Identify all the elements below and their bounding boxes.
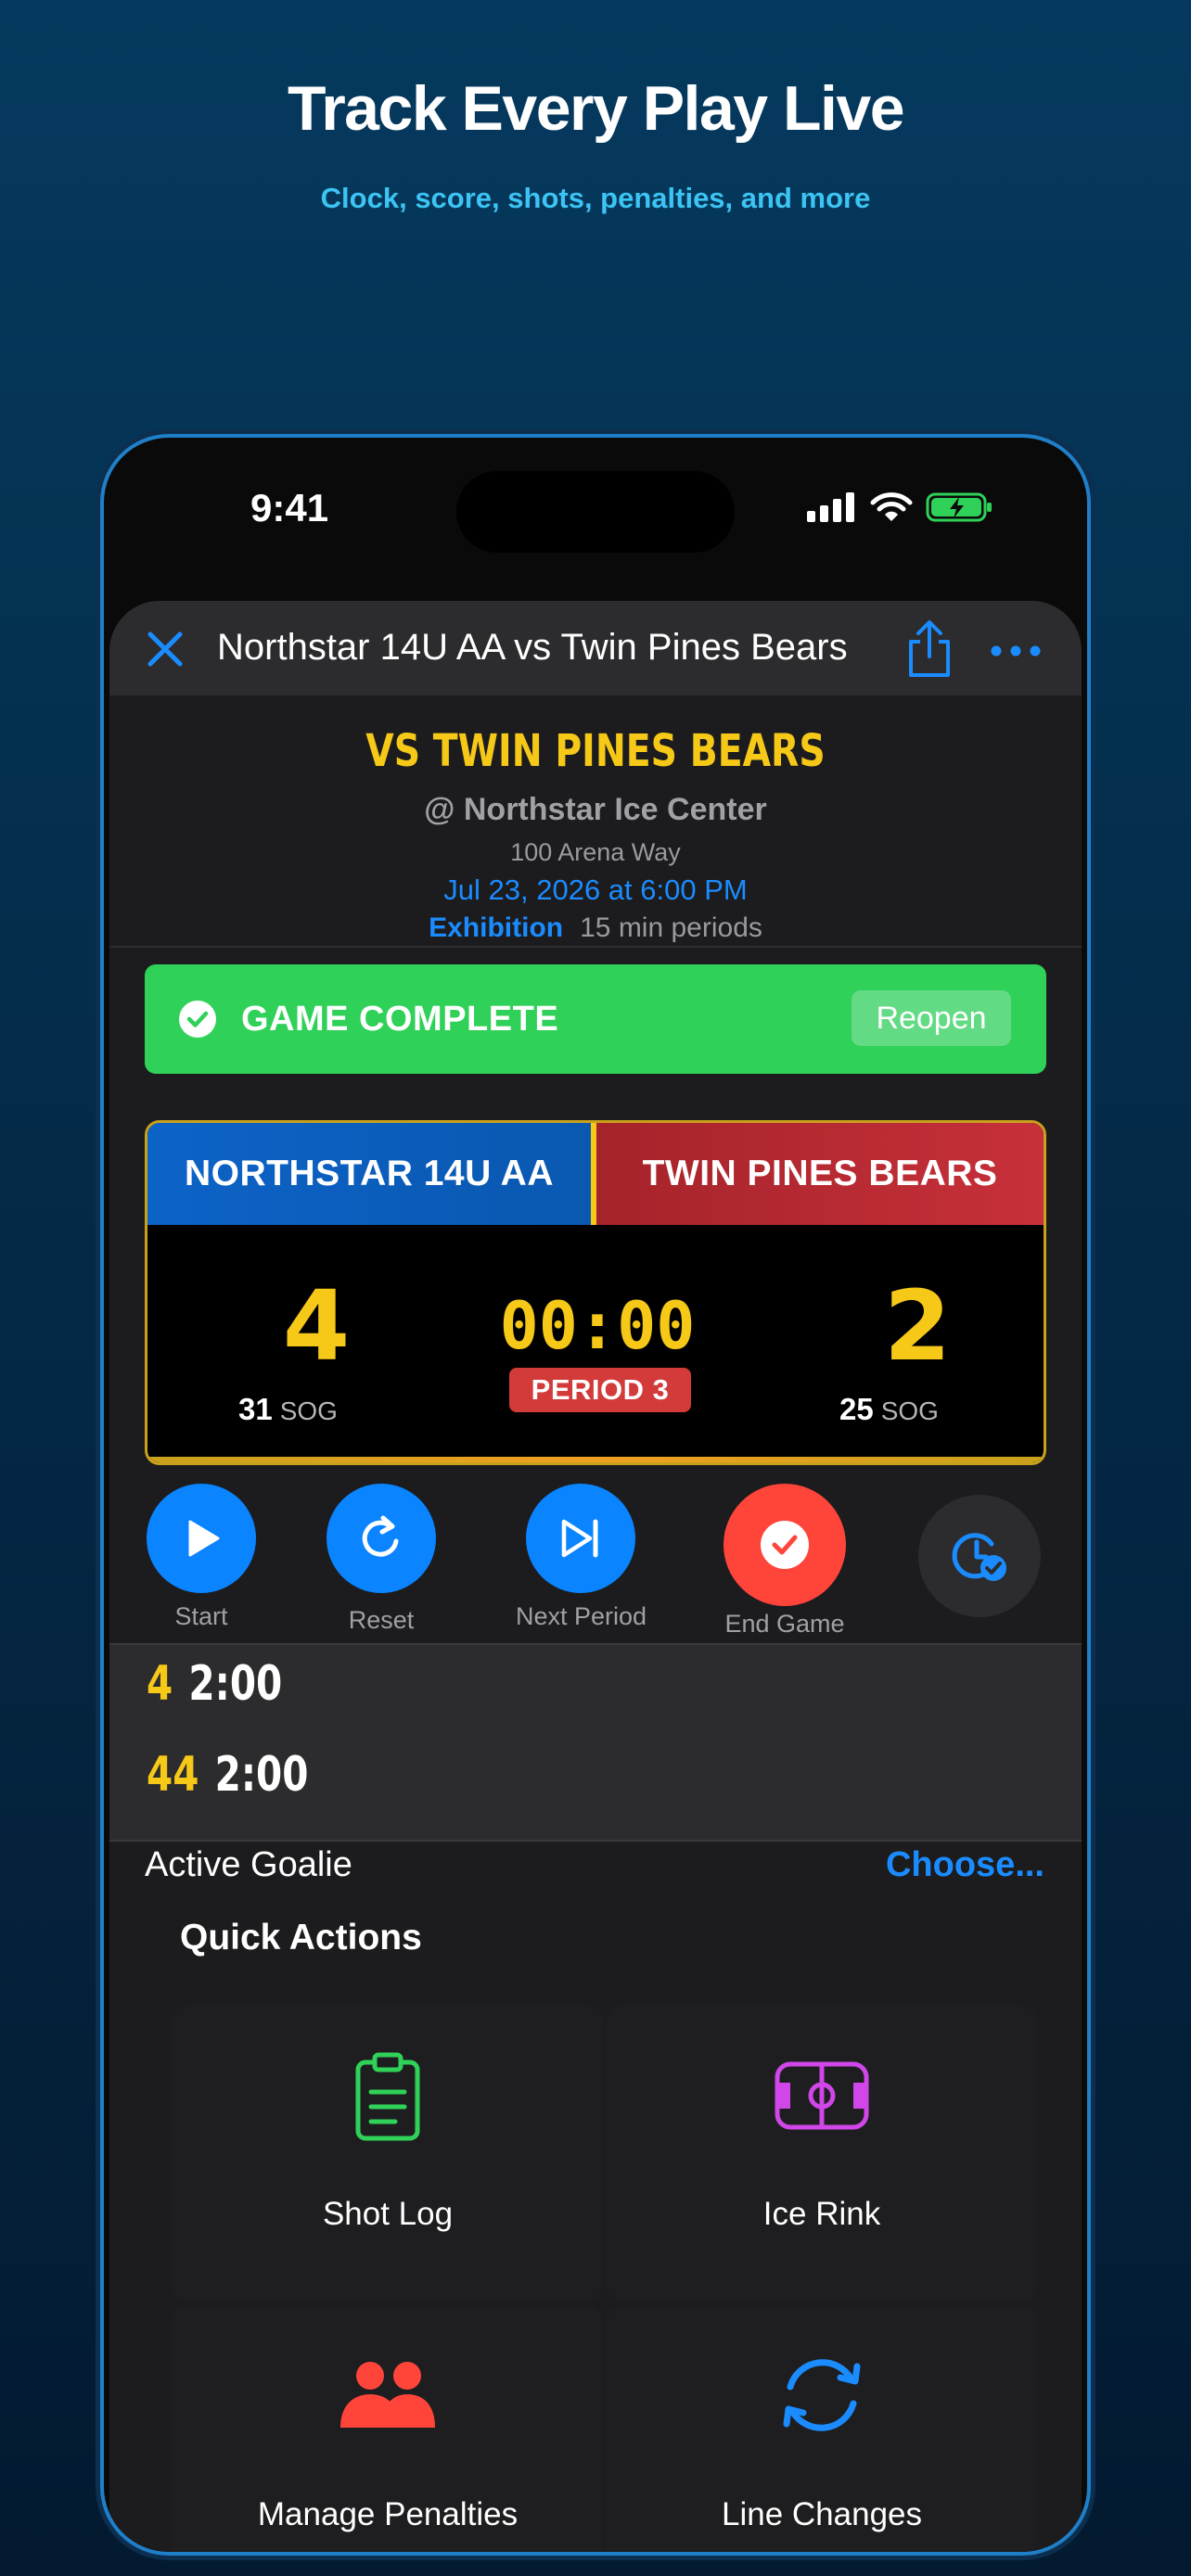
clock-check-icon: [952, 1533, 1006, 1581]
checkmark-circle-icon: [179, 1001, 216, 1038]
checkmark-circle-icon: [761, 1521, 809, 1569]
status-time: 9:41: [250, 486, 329, 529]
game-clock[interactable]: 00:00: [481, 1288, 713, 1364]
opponent-title: VS TWIN PINES BEARS: [365, 725, 826, 777]
game-header: VS TWIN PINES BEARS @ Northstar Ice Cent…: [109, 695, 1082, 948]
home-shots-on-goal[interactable]: 31 SOG: [238, 1392, 338, 1427]
reset-label: Reset: [348, 1606, 415, 1634]
clock-controls: Start Reset Next Period End Game: [109, 1484, 1082, 1639]
penalty-player-number: 44: [147, 1747, 199, 1803]
next-period-button[interactable]: [526, 1484, 635, 1593]
home-team-name: NORTHSTAR 14U AA: [147, 1123, 591, 1225]
people-icon: [340, 2362, 435, 2428]
venue-address: 100 Arena Way: [510, 838, 681, 866]
end-game-label: End Game: [724, 1610, 845, 1638]
line-changes-tile[interactable]: Line Changes: [607, 2305, 1037, 2552]
manage-penalties-tile[interactable]: Manage Penalties: [173, 2305, 603, 2552]
next-period-control[interactable]: Next Period: [516, 1484, 647, 1631]
start-control[interactable]: Start: [147, 1484, 256, 1631]
ellipsis-icon[interactable]: [991, 645, 1041, 657]
penalty-time: 2:00: [214, 1747, 309, 1803]
end-game-button[interactable]: [724, 1484, 846, 1606]
nav-bar: Northstar 14U AA vs Twin Pines Bears: [109, 601, 1082, 695]
shot-log-label: Shot Log: [322, 2196, 454, 2232]
venue-name: @ Northstar Ice Center: [424, 792, 767, 827]
close-icon[interactable]: [143, 627, 187, 671]
promo-subtitle: Clock, score, shots, penalties, and more: [320, 182, 871, 214]
reopen-button[interactable]: Reopen: [852, 990, 1011, 1046]
quick-actions-title: Quick Actions: [180, 1918, 422, 1958]
next-period-label: Next Period: [516, 1602, 647, 1630]
home-sog-label: SOG: [279, 1396, 338, 1425]
manage-penalties-label: Manage Penalties: [257, 2496, 519, 2532]
home-score[interactable]: 4: [251, 1269, 381, 1383]
period-badge: PERIOD 3: [509, 1368, 691, 1412]
status-bar: 9:41: [104, 438, 1087, 595]
start-button[interactable]: [147, 1484, 256, 1593]
choose-goalie-button[interactable]: Choose...: [886, 1845, 1044, 1885]
game-datetime[interactable]: Jul 23, 2026 at 6:00 PM: [109, 874, 1082, 907]
penalty-row[interactable]: 4 2:00: [147, 1656, 282, 1712]
home-sog-value: 31: [238, 1392, 273, 1426]
penalty-row[interactable]: 44 2:00: [147, 1747, 309, 1803]
reset-control[interactable]: Reset: [327, 1484, 436, 1635]
scoreboard: NORTHSTAR 14U AA TWIN PINES BEARS 4 00:0…: [145, 1120, 1046, 1465]
promo-title: Track Every Play Live: [287, 73, 905, 144]
game-complete-banner: GAME COMPLETE Reopen: [145, 964, 1046, 1074]
rink-icon: [775, 2061, 869, 2130]
away-shots-on-goal[interactable]: 25 SOG: [839, 1392, 939, 1427]
status-icons: [807, 491, 994, 523]
game-meta: Exhibition 15 min periods: [109, 912, 1082, 944]
clock-history-button[interactable]: [918, 1495, 1041, 1617]
line-changes-label: Line Changes: [722, 2496, 922, 2532]
game-sheet: Northstar 14U AA vs Twin Pines Bears VS …: [109, 601, 1082, 2552]
skip-forward-icon: [561, 1519, 598, 1558]
signal-icon: [807, 492, 854, 522]
end-game-control[interactable]: End Game: [720, 1484, 850, 1639]
period-length: 15 min periods: [580, 912, 762, 943]
phone-frame: 9:41 Northstar 14U AA vs Twin Pines Bear…: [104, 438, 1087, 2552]
scoreboard-accent: [147, 1457, 1044, 1462]
away-sog-value: 25: [839, 1392, 874, 1426]
penalty-player-number: 4: [147, 1656, 173, 1712]
ice-rink-tile[interactable]: Ice Rink: [607, 2005, 1037, 2302]
battery-charging-icon: [926, 492, 992, 522]
clipboard-icon: [355, 2052, 420, 2141]
game-type[interactable]: Exhibition: [429, 912, 563, 943]
penalty-time: 2:00: [188, 1656, 283, 1712]
reset-button[interactable]: [327, 1484, 436, 1593]
active-goalie-label: Active Goalie: [145, 1845, 352, 1884]
reset-icon: [362, 1515, 399, 1557]
penalty-list: 4 2:00 44 2:00: [109, 1643, 1082, 1842]
start-label: Start: [174, 1602, 228, 1630]
wifi-icon: [870, 492, 913, 521]
dynamic-island: [456, 471, 735, 553]
game-status-label: GAME COMPLETE: [241, 1000, 559, 1039]
away-sog-label: SOG: [880, 1396, 939, 1425]
away-team-name: TWIN PINES BEARS: [596, 1123, 1044, 1225]
clock-history-control[interactable]: [918, 1495, 1041, 1617]
nav-title: Northstar 14U AA vs Twin Pines Bears: [217, 627, 848, 668]
ice-rink-label: Ice Rink: [762, 2196, 881, 2232]
play-icon: [188, 1520, 220, 1557]
away-score[interactable]: 2: [852, 1269, 982, 1383]
share-icon[interactable]: [903, 619, 955, 679]
rotate-icon: [783, 2359, 861, 2431]
shot-log-tile[interactable]: Shot Log: [173, 2005, 603, 2302]
